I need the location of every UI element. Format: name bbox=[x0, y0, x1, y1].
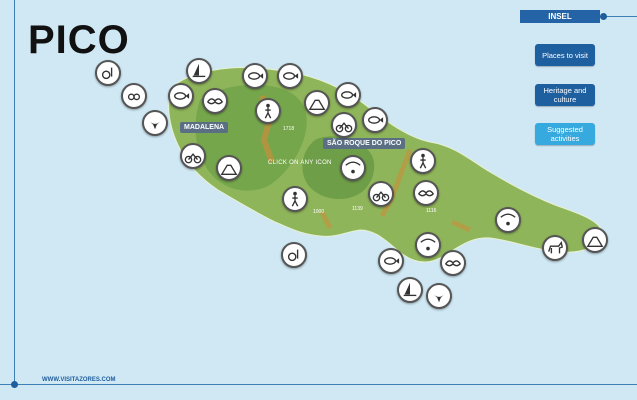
fish-icon[interactable] bbox=[168, 83, 194, 109]
cycling-icon-2[interactable] bbox=[180, 143, 206, 169]
cycling-icon[interactable] bbox=[331, 112, 357, 138]
cycling-icon-3[interactable] bbox=[368, 181, 394, 207]
whale-watching-icon-3[interactable] bbox=[440, 250, 466, 276]
elevation-label-4: 1000 bbox=[313, 209, 324, 215]
snorkel-icon[interactable] bbox=[95, 60, 121, 86]
diving-mask-icon[interactable] bbox=[121, 83, 147, 109]
volcano-icon-3[interactable] bbox=[582, 227, 608, 253]
whale-tail-icon[interactable] bbox=[142, 110, 168, 136]
sao-roque-label[interactable]: SÃO ROQUE DO PICO bbox=[323, 138, 406, 149]
fish-icon-2[interactable] bbox=[335, 82, 361, 108]
suggested-activities-button[interactable]: Suggested activities bbox=[535, 123, 595, 145]
volcano-icon[interactable] bbox=[304, 90, 330, 116]
deep-sea-fish-icon[interactable] bbox=[277, 63, 303, 89]
madalena-label[interactable]: MADALENA bbox=[180, 122, 229, 133]
volcano-icon-2[interactable] bbox=[216, 155, 242, 181]
paragliding-icon-3[interactable] bbox=[415, 232, 441, 258]
snorkel-icon-2[interactable] bbox=[281, 242, 307, 268]
fishing-icon[interactable] bbox=[242, 63, 268, 89]
horse-riding-icon[interactable] bbox=[542, 235, 568, 261]
elevation-label-3: 1139 bbox=[352, 206, 363, 212]
page-title: PICO bbox=[28, 18, 130, 62]
insel-button[interactable]: INSEL bbox=[520, 10, 600, 23]
fish-icon-3[interactable] bbox=[362, 107, 388, 133]
paragliding-icon[interactable] bbox=[340, 155, 366, 181]
hiking-icon[interactable] bbox=[255, 98, 281, 124]
click-hint: CLICK ON ANY ICON bbox=[268, 160, 332, 166]
elevation-label-1: 1718 bbox=[283, 126, 294, 132]
hiking-icon-3[interactable] bbox=[282, 186, 308, 212]
paragliding-icon-2[interactable] bbox=[495, 207, 521, 233]
sailboat-icon[interactable] bbox=[186, 58, 212, 84]
heritage-culture-button[interactable]: Heritage and culture bbox=[535, 84, 595, 106]
whale-watching-icon[interactable] bbox=[202, 88, 228, 114]
website-link[interactable]: WWW.VISITAZORES.COM bbox=[42, 377, 116, 383]
sailboat-icon-2[interactable] bbox=[397, 277, 423, 303]
places-to-visit-button[interactable]: Places to visit bbox=[535, 44, 595, 66]
whale-tail-icon-2[interactable] bbox=[426, 283, 452, 309]
whale-watching-icon-2[interactable] bbox=[413, 180, 439, 206]
fish-icon-4[interactable] bbox=[378, 248, 404, 274]
elevation-label-5: 1116 bbox=[426, 208, 437, 214]
hiking-icon-2[interactable] bbox=[410, 148, 436, 174]
